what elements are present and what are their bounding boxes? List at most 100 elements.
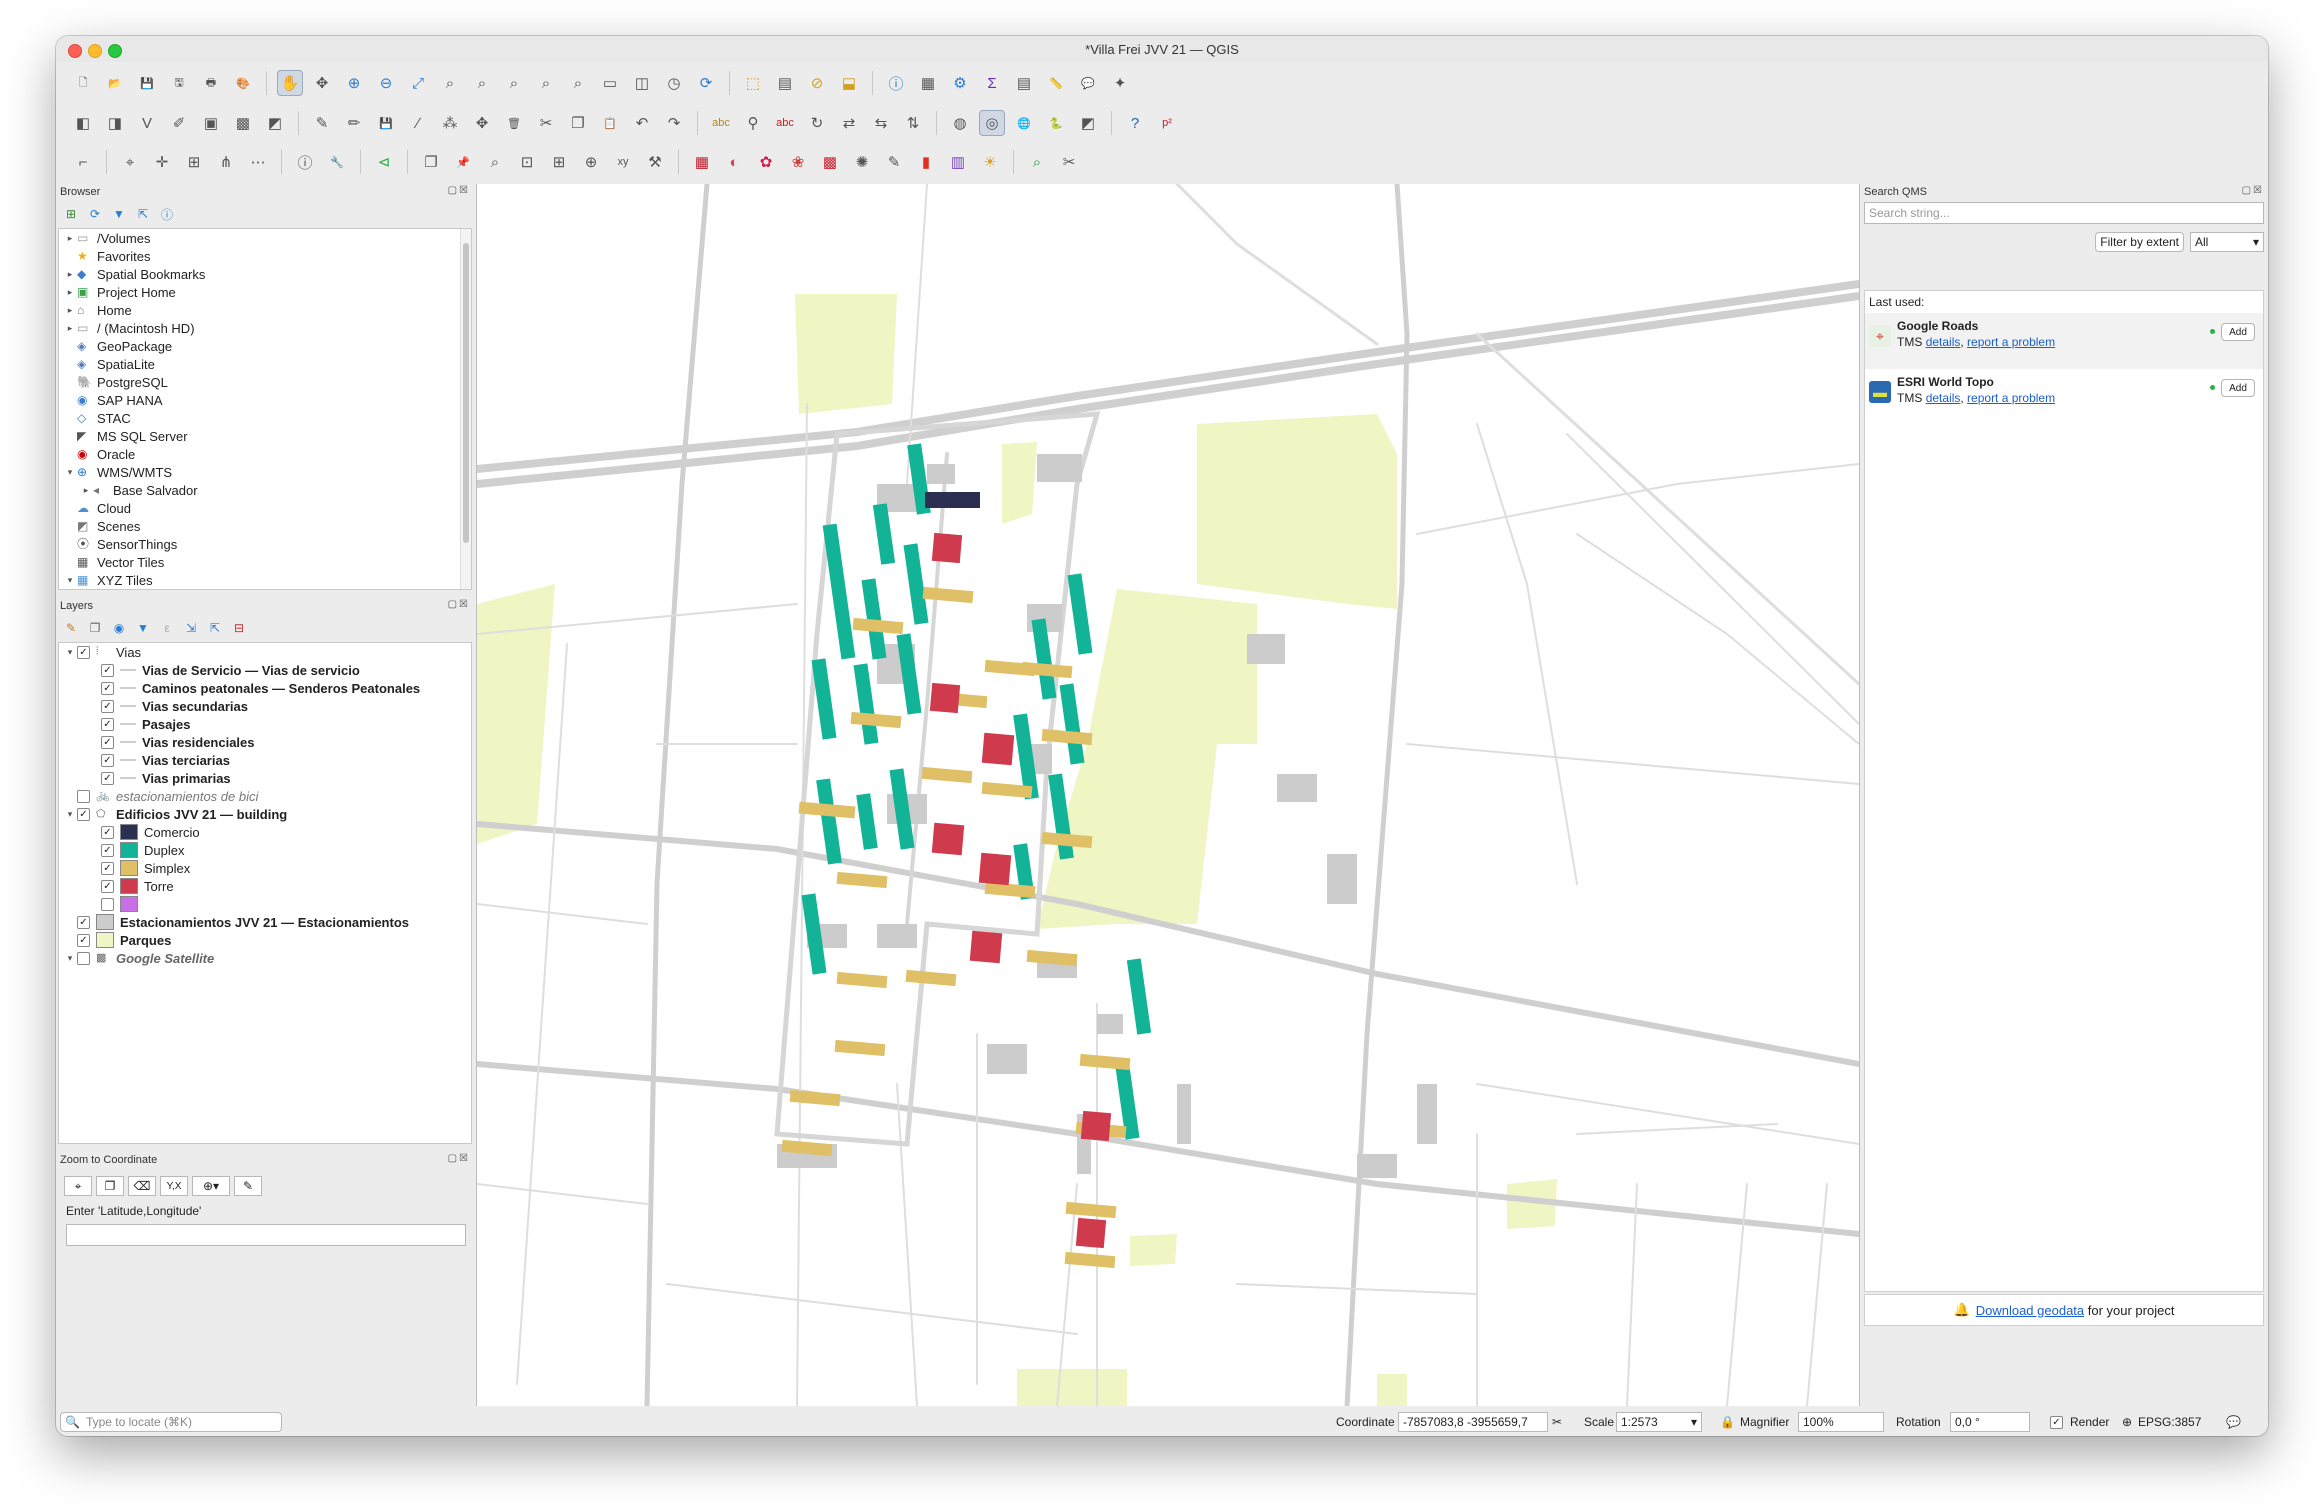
browser-item[interactable]: ▸ ⌂ Home	[59, 301, 471, 319]
details-link[interactable]: details	[1926, 335, 1961, 349]
panel-float-close-icon[interactable]: ▢☒	[448, 185, 470, 196]
redo-icon[interactable]: ↷	[661, 110, 687, 136]
download-geodata-link[interactable]: Download geodata	[1976, 1303, 2084, 1318]
delete-icon[interactable]: 🗑	[501, 110, 527, 136]
layers-tree[interactable]: ▾ ✓ ⦙ Vias ✓ Vias de Servicio — Vias de servi…	[58, 642, 472, 1144]
expand-arrow-icon[interactable]: ▸	[63, 305, 77, 316]
change-label-icon[interactable]: ⇅	[900, 110, 926, 136]
layer-visibility-checkbox[interactable]	[101, 897, 114, 911]
search-map-icon[interactable]: ⌕	[1024, 149, 1050, 175]
browser-item[interactable]: ▾ ▦ XYZ Tiles	[59, 571, 471, 589]
browser-item[interactable]: ☁ Cloud	[59, 499, 471, 517]
layer-visibility-checkbox[interactable]: ✓	[77, 645, 90, 659]
zoom-layer-icon[interactable]: ⌕	[469, 70, 495, 96]
expand-arrow-icon[interactable]: ▾	[63, 809, 77, 820]
help-icon[interactable]: ?	[1122, 110, 1148, 136]
new-3d-view-icon[interactable]: ◫	[629, 70, 655, 96]
globe-tool-icon[interactable]: 🌐	[1011, 110, 1037, 136]
add-selected-layers-icon[interactable]: ⊞	[62, 205, 80, 223]
swap-xy-icon[interactable]: Y,X	[160, 1176, 188, 1196]
frame-icon[interactable]: ⊞	[546, 149, 572, 175]
browser-item[interactable]: ◇ STAC	[59, 409, 471, 427]
blend-icon[interactable]: ◐	[721, 149, 747, 175]
filter-expression-icon[interactable]: ε	[158, 619, 176, 637]
browser-item[interactable]: ⦿ SensorThings	[59, 535, 471, 553]
remove-layer-icon[interactable]: ⊟	[230, 619, 248, 637]
label-icon[interactable]: abc	[708, 110, 734, 136]
open-project-icon[interactable]: 📂	[102, 70, 128, 96]
layer-item[interactable]: ✓ Pasajes	[59, 715, 471, 733]
globe-icon[interactable]: ⊕	[578, 149, 604, 175]
layer-visibility-checkbox[interactable]: ✓	[77, 915, 90, 929]
style-manager-icon[interactable]: 🎨	[230, 70, 256, 96]
browser-item[interactable]: ◈ SpatiaLite	[59, 355, 471, 373]
add-line-icon[interactable]: ∕	[405, 110, 431, 136]
lock-icon[interactable]: 🔒	[1720, 1415, 1735, 1429]
move-label-icon[interactable]: ⇄	[836, 110, 862, 136]
xy-icon[interactable]: xy	[610, 149, 636, 175]
layer-item[interactable]: ✓ Torre	[59, 877, 471, 895]
info-icon[interactable]: ⓘ	[158, 205, 176, 223]
brush-icon[interactable]: ✿	[753, 149, 779, 175]
panel-float-close-icon[interactable]: ▢☒	[448, 599, 470, 610]
new-map-view-icon[interactable]: ▭	[597, 70, 623, 96]
layer-visibility-checkbox[interactable]: ✓	[101, 663, 114, 677]
layer-item[interactable]: ✓ Vias residenciales	[59, 733, 471, 751]
browser-item[interactable]: ◩ Scenes	[59, 517, 471, 535]
layer-item[interactable]: ▾ ✓ ⬠ Edificios JVV 21 — building	[59, 805, 471, 823]
layer-visibility-checkbox[interactable]: ✓	[77, 933, 90, 947]
latitude-longitude-input[interactable]	[66, 1224, 466, 1246]
browser-item[interactable]: ◈ GeoPackage	[59, 337, 471, 355]
tools-icon[interactable]: ⚒	[642, 149, 668, 175]
spectrum-icon[interactable]: ▥	[945, 149, 971, 175]
magnifier-field[interactable]: 100%	[1798, 1412, 1884, 1432]
layer-visibility-checkbox[interactable]: ✓	[101, 681, 114, 695]
copy-icon[interactable]: ❐	[96, 1176, 124, 1196]
layer-visibility-checkbox[interactable]: ✓	[101, 861, 114, 875]
report-problem-link[interactable]: report a problem	[1967, 391, 2055, 405]
expand-arrow-icon[interactable]: ▾	[63, 467, 77, 478]
layer-visibility-checkbox[interactable]: ✓	[101, 879, 114, 893]
measure-map-icon[interactable]: ✂	[1056, 149, 1082, 175]
locator-search[interactable]: 🔍 Type to locate (⌘K)	[60, 1412, 282, 1432]
add-service-button[interactable]: Add	[2221, 323, 2255, 341]
highlight-label-icon[interactable]: abc	[772, 110, 798, 136]
print-layout-icon[interactable]: 🖶	[198, 70, 224, 96]
layer-visibility-checkbox[interactable]: ✓	[101, 699, 114, 713]
pin-icon[interactable]: 📌	[450, 149, 476, 175]
qms-icon[interactable]: ◍	[947, 110, 973, 136]
show-hide-label-icon[interactable]: ⇆	[868, 110, 894, 136]
browser-item[interactable]: ▸ ◆ Spatial Bookmarks	[59, 265, 471, 283]
map-tips-icon[interactable]: ✦	[1107, 70, 1133, 96]
virtual-layer-icon[interactable]: ▣	[198, 110, 224, 136]
layer-item[interactable]: ✓ Comercio	[59, 823, 471, 841]
zoom-next-icon[interactable]: ⌕	[565, 70, 591, 96]
identify-icon[interactable]: ⓘ	[883, 70, 909, 96]
zoom-window-button[interactable]	[108, 44, 122, 58]
measure-icon[interactable]: 📏	[1043, 70, 1069, 96]
offset-icon[interactable]: ⋯	[245, 149, 271, 175]
rotate-label-icon[interactable]: ↻	[804, 110, 830, 136]
select-value-icon[interactable]: ▤	[772, 70, 798, 96]
layer-visibility-checkbox[interactable]: ✓	[101, 843, 114, 857]
details-link[interactable]: details	[1926, 391, 1961, 405]
digitize-icon[interactable]: ✐	[166, 110, 192, 136]
messages-icon[interactable]: 💬	[2226, 1415, 2241, 1429]
coordinate-field[interactable]: -7857083,8 -3955659,7	[1398, 1412, 1548, 1432]
refresh-icon[interactable]: ⟳	[693, 70, 719, 96]
expand-arrow-icon[interactable]: ▸	[63, 269, 77, 280]
zoom-tool-icon[interactable]: ⌕	[482, 149, 508, 175]
qms-service-item[interactable]: ▬ ESRI World Topo TMS details, report a pr…	[1865, 369, 2263, 425]
new-gpkg-icon[interactable]: ◨	[102, 110, 128, 136]
select-location-icon[interactable]: ⬓	[836, 70, 862, 96]
advanced-digitize-icon[interactable]: ⌖	[117, 149, 143, 175]
coordinate-toggle-icon[interactable]: ✂	[1552, 1415, 1562, 1429]
processing-toolbox-icon[interactable]: ⚙	[947, 70, 973, 96]
copy-layer-icon[interactable]: ❐	[418, 149, 444, 175]
refresh-icon[interactable]: ⟳	[86, 205, 104, 223]
browser-item[interactable]: ▦Carto Dark	[59, 589, 471, 590]
map-svg[interactable]	[477, 184, 1859, 1406]
browser-item[interactable]: ◤ MS SQL Server	[59, 427, 471, 445]
clear-icon[interactable]: ⌫	[128, 1176, 156, 1196]
new-shapefile-icon[interactable]: V	[134, 110, 160, 136]
